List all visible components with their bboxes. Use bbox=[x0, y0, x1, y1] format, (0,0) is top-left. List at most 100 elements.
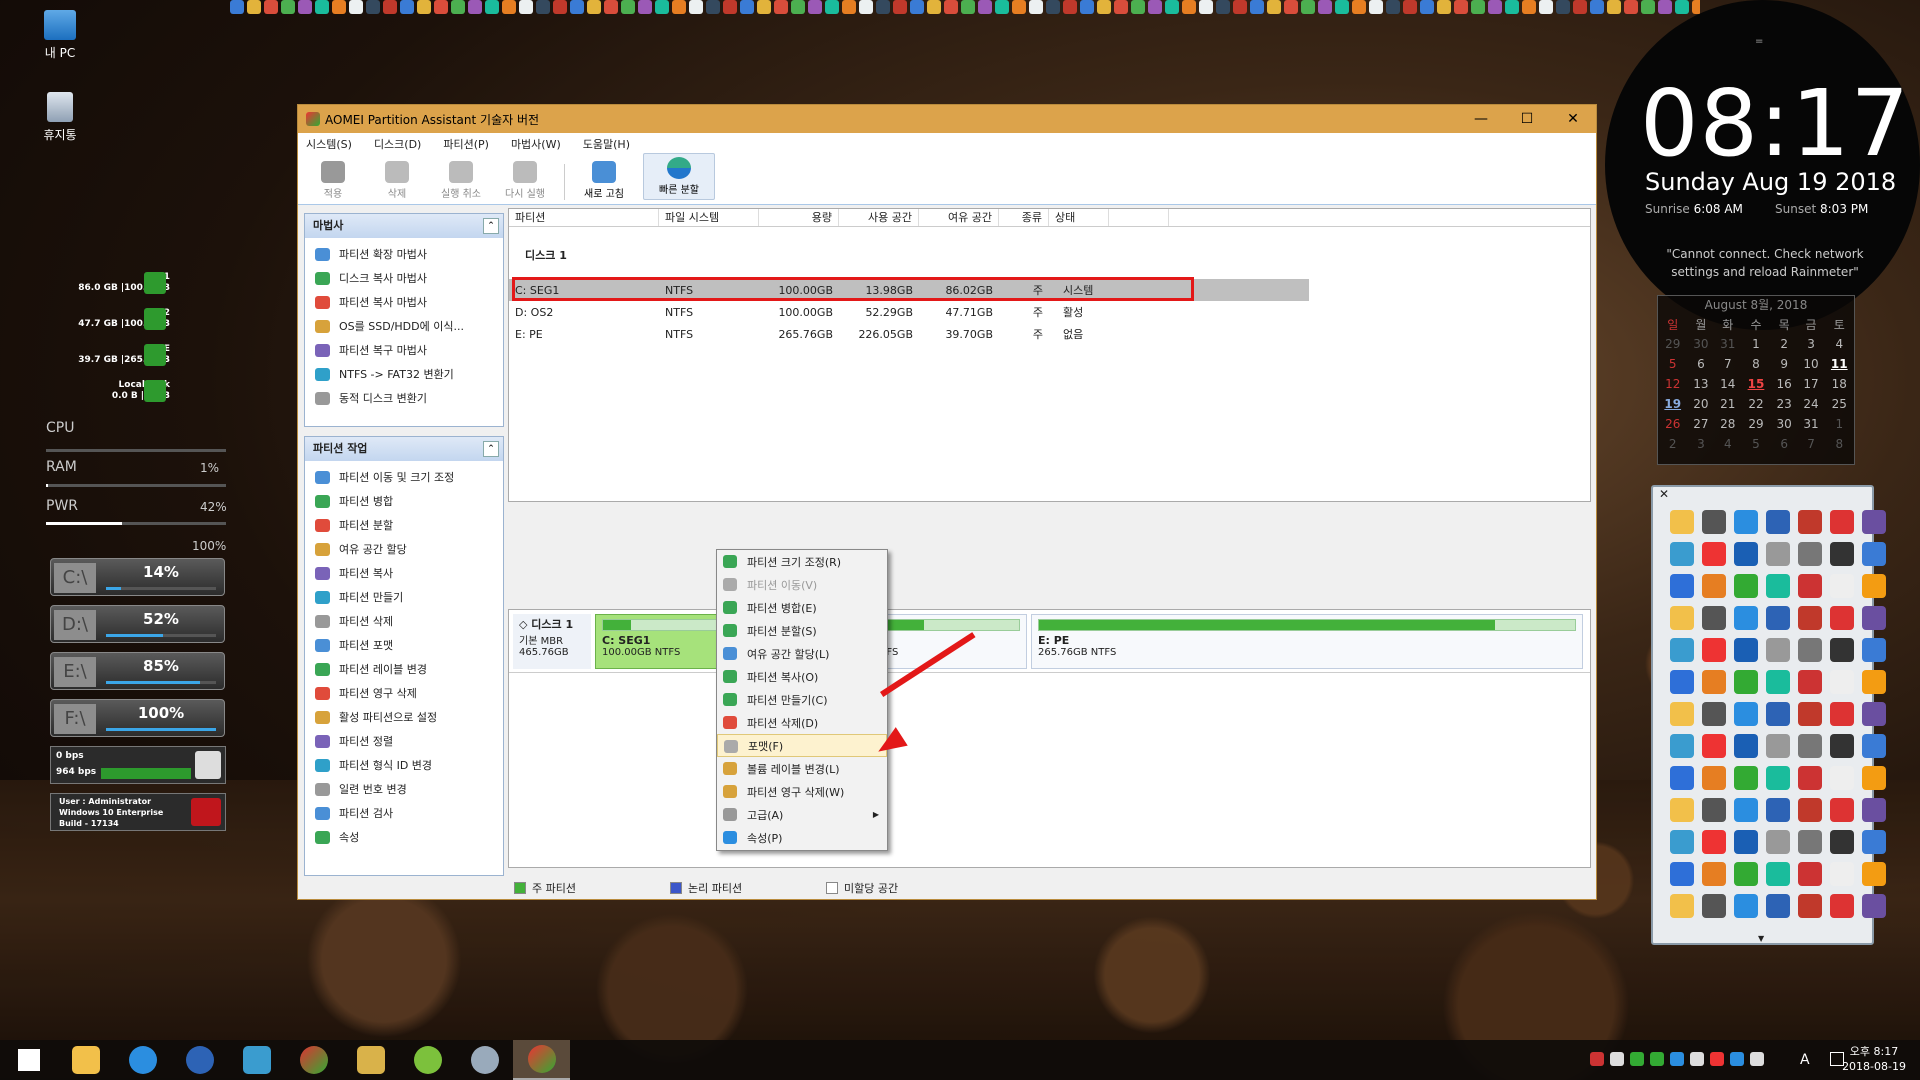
panel-item[interactable]: 디스크 복사 마법사 bbox=[305, 266, 503, 290]
quick-launch-icon[interactable] bbox=[1012, 0, 1026, 14]
quick-launch-icon[interactable] bbox=[468, 0, 482, 14]
launcher-app-icon[interactable] bbox=[1862, 670, 1886, 694]
quick-launch-icon[interactable] bbox=[451, 0, 465, 14]
launcher-app-icon[interactable] bbox=[1734, 510, 1758, 534]
calendar-day[interactable]: 5 bbox=[1741, 434, 1770, 454]
launcher-app-icon[interactable] bbox=[1670, 510, 1694, 534]
quick-launch-icon[interactable] bbox=[485, 0, 499, 14]
taskbar-app-a[interactable] bbox=[171, 1040, 228, 1080]
launcher-app-icon[interactable] bbox=[1734, 798, 1758, 822]
quick-launch-icon[interactable] bbox=[1250, 0, 1264, 14]
launcher-app-icon[interactable] bbox=[1862, 606, 1886, 630]
panel-item[interactable]: 파티션 삭제 bbox=[305, 609, 503, 633]
launcher-app-icon[interactable] bbox=[1766, 638, 1790, 662]
tray-icon[interactable] bbox=[1630, 1052, 1644, 1066]
quick-launch-icon[interactable] bbox=[740, 0, 754, 14]
quick-launch-icon[interactable] bbox=[604, 0, 618, 14]
launcher-app-icon[interactable] bbox=[1862, 798, 1886, 822]
quick-launch-icon[interactable] bbox=[1216, 0, 1230, 14]
quick-launch-icon[interactable] bbox=[1148, 0, 1162, 14]
menu-system[interactable]: 시스템(S) bbox=[306, 136, 352, 152]
launcher-app-icon[interactable] bbox=[1798, 574, 1822, 598]
context-menu-item[interactable]: 포맷(F) bbox=[717, 734, 887, 757]
launcher-app-icon[interactable] bbox=[1766, 542, 1790, 566]
launcher-app-icon[interactable] bbox=[1830, 894, 1854, 918]
quick-launch-icon[interactable] bbox=[434, 0, 448, 14]
quick-launch-icon[interactable] bbox=[927, 0, 941, 14]
quick-launch-icon[interactable] bbox=[978, 0, 992, 14]
launcher-app-icon[interactable] bbox=[1734, 638, 1758, 662]
start-button[interactable] bbox=[0, 1040, 57, 1080]
context-menu-item[interactable]: 고급(A) ▶ bbox=[717, 803, 887, 826]
quick-launch-icon[interactable] bbox=[1046, 0, 1060, 14]
calendar-day[interactable]: 11 bbox=[1825, 354, 1854, 374]
launcher-app-icon[interactable] bbox=[1670, 670, 1694, 694]
collapse-icon[interactable]: ⌃ bbox=[483, 218, 499, 234]
quick-launch-icon[interactable] bbox=[1454, 0, 1468, 14]
launcher-app-icon[interactable] bbox=[1862, 638, 1886, 662]
desktop-icon-this-pc[interactable]: 내 PC bbox=[20, 10, 100, 61]
launcher-app-icon[interactable] bbox=[1702, 766, 1726, 790]
table-row[interactable]: E: PE NTFS 265.76GB 226.05GB 39.70GB 주 없음 bbox=[509, 323, 1309, 345]
launcher-app-icon[interactable] bbox=[1830, 542, 1854, 566]
quick-launch-icon[interactable] bbox=[859, 0, 873, 14]
launcher-app-icon[interactable] bbox=[1862, 510, 1886, 534]
quick-launch-icon[interactable] bbox=[1488, 0, 1502, 14]
launcher-scroll-icon[interactable]: ▼ bbox=[1758, 934, 1764, 943]
panel-item[interactable]: 파티션 분할 bbox=[305, 513, 503, 537]
quick-launch-icon[interactable] bbox=[1199, 0, 1213, 14]
launcher-app-icon[interactable] bbox=[1734, 830, 1758, 854]
panel-item[interactable]: 파티션 병합 bbox=[305, 489, 503, 513]
disk-map-label[interactable]: ◇ 디스크 1 기본 MBR 465.76GB bbox=[513, 614, 591, 669]
launcher-app-icon[interactable] bbox=[1766, 830, 1790, 854]
calendar-day[interactable]: 23 bbox=[1771, 394, 1798, 414]
calendar-day[interactable]: 7 bbox=[1798, 434, 1825, 454]
quick-launch-icon[interactable] bbox=[315, 0, 329, 14]
launcher-app-icon[interactable] bbox=[1702, 574, 1726, 598]
quick-launch-icon[interactable] bbox=[1182, 0, 1196, 14]
tray-icon[interactable] bbox=[1690, 1052, 1704, 1066]
quick-launch-icon[interactable] bbox=[1301, 0, 1315, 14]
launcher-app-icon[interactable] bbox=[1702, 606, 1726, 630]
launcher-app-icon[interactable] bbox=[1670, 702, 1694, 726]
context-menu-item[interactable]: 파티션 크기 조정(R) bbox=[717, 550, 887, 573]
launcher-app-icon[interactable] bbox=[1830, 510, 1854, 534]
context-menu-item[interactable]: 파티션 영구 삭제(W) bbox=[717, 780, 887, 803]
desktop-icon-recycle-bin[interactable]: 휴지통 bbox=[20, 92, 100, 143]
quick-launch-icon[interactable] bbox=[1080, 0, 1094, 14]
launcher-app-icon[interactable] bbox=[1670, 574, 1694, 598]
launcher-app-icon[interactable] bbox=[1862, 734, 1886, 758]
collapse-icon[interactable]: ⌃ bbox=[483, 441, 499, 457]
taskbar-app-r[interactable] bbox=[342, 1040, 399, 1080]
quick-launch-icon[interactable] bbox=[774, 0, 788, 14]
apply-button[interactable]: 적용 bbox=[308, 161, 358, 200]
launcher-app-icon[interactable] bbox=[1734, 670, 1758, 694]
launcher-app-icon[interactable] bbox=[1734, 702, 1758, 726]
launcher-app-icon[interactable] bbox=[1862, 542, 1886, 566]
tray-icon[interactable] bbox=[1710, 1052, 1724, 1066]
panel-item[interactable]: 파티션 복구 마법사 bbox=[305, 338, 503, 362]
quick-launch-icon[interactable] bbox=[264, 0, 278, 14]
context-menu-item[interactable]: 파티션 복사(O) bbox=[717, 665, 887, 688]
quick-launch-icon[interactable] bbox=[1267, 0, 1281, 14]
launcher-app-icon[interactable] bbox=[1862, 766, 1886, 790]
launcher-app-icon[interactable] bbox=[1702, 638, 1726, 662]
quick-launch-icon[interactable] bbox=[247, 0, 261, 14]
calendar-day[interactable]: 19 bbox=[1658, 394, 1687, 414]
quick-launch-icon[interactable] bbox=[1624, 0, 1638, 14]
quick-launch-icon[interactable] bbox=[1233, 0, 1247, 14]
quick-launch-icon[interactable] bbox=[621, 0, 635, 14]
calendar-day[interactable]: 29 bbox=[1658, 334, 1687, 354]
launcher-app-icon[interactable] bbox=[1862, 574, 1886, 598]
quick-launch-icon[interactable] bbox=[672, 0, 686, 14]
launcher-app-icon[interactable] bbox=[1766, 894, 1790, 918]
launcher-app-icon[interactable] bbox=[1798, 670, 1822, 694]
launcher-app-icon[interactable] bbox=[1734, 862, 1758, 886]
tray-icon[interactable] bbox=[1750, 1052, 1764, 1066]
context-menu-item[interactable]: 파티션 분할(S) bbox=[717, 619, 887, 642]
quick-launch-icon[interactable] bbox=[638, 0, 652, 14]
maximize-button[interactable]: ☐ bbox=[1504, 111, 1550, 127]
launcher-app-icon[interactable] bbox=[1702, 862, 1726, 886]
launcher-app-icon[interactable] bbox=[1798, 830, 1822, 854]
calendar-day[interactable]: 12 bbox=[1658, 374, 1687, 394]
